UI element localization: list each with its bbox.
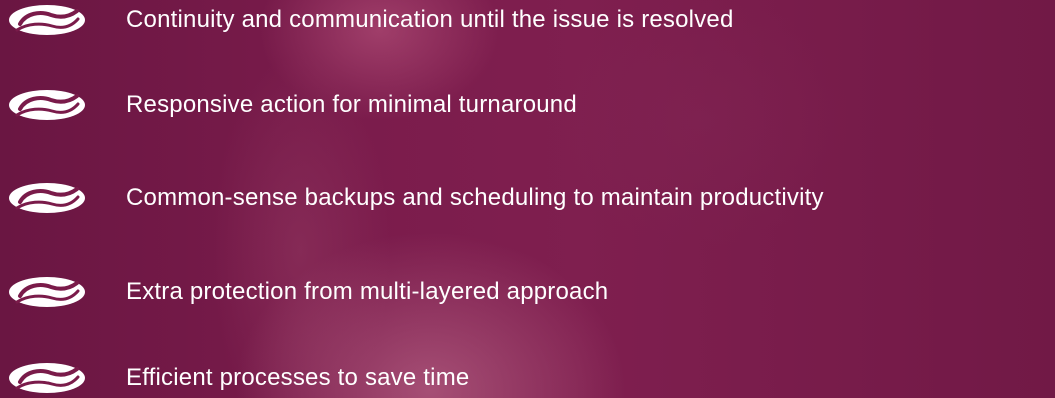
feature-label: Efficient processes to save time [126, 364, 470, 391]
feature-label: Extra protection from multi-layered appr… [126, 278, 609, 305]
feature-item: Common-sense backups and scheduling to m… [0, 178, 824, 218]
feature-item: Continuity and communication until the i… [0, 0, 734, 40]
feature-item: Responsive action for minimal turnaround [0, 85, 577, 125]
feature-label: Common-sense backups and scheduling to m… [126, 184, 824, 211]
feature-item: Extra protection from multi-layered appr… [0, 272, 608, 312]
feature-item: Efficient processes to save time [0, 358, 469, 398]
logo-s-icon [0, 272, 88, 312]
feature-label: Responsive action for minimal turnaround [126, 91, 577, 118]
feature-label: Continuity and communication until the i… [126, 6, 734, 33]
feature-list: Continuity and communication until the i… [0, 0, 1055, 398]
logo-s-icon [0, 0, 88, 40]
logo-s-icon [0, 85, 88, 125]
logo-s-icon [0, 178, 88, 218]
logo-s-icon [0, 358, 88, 398]
